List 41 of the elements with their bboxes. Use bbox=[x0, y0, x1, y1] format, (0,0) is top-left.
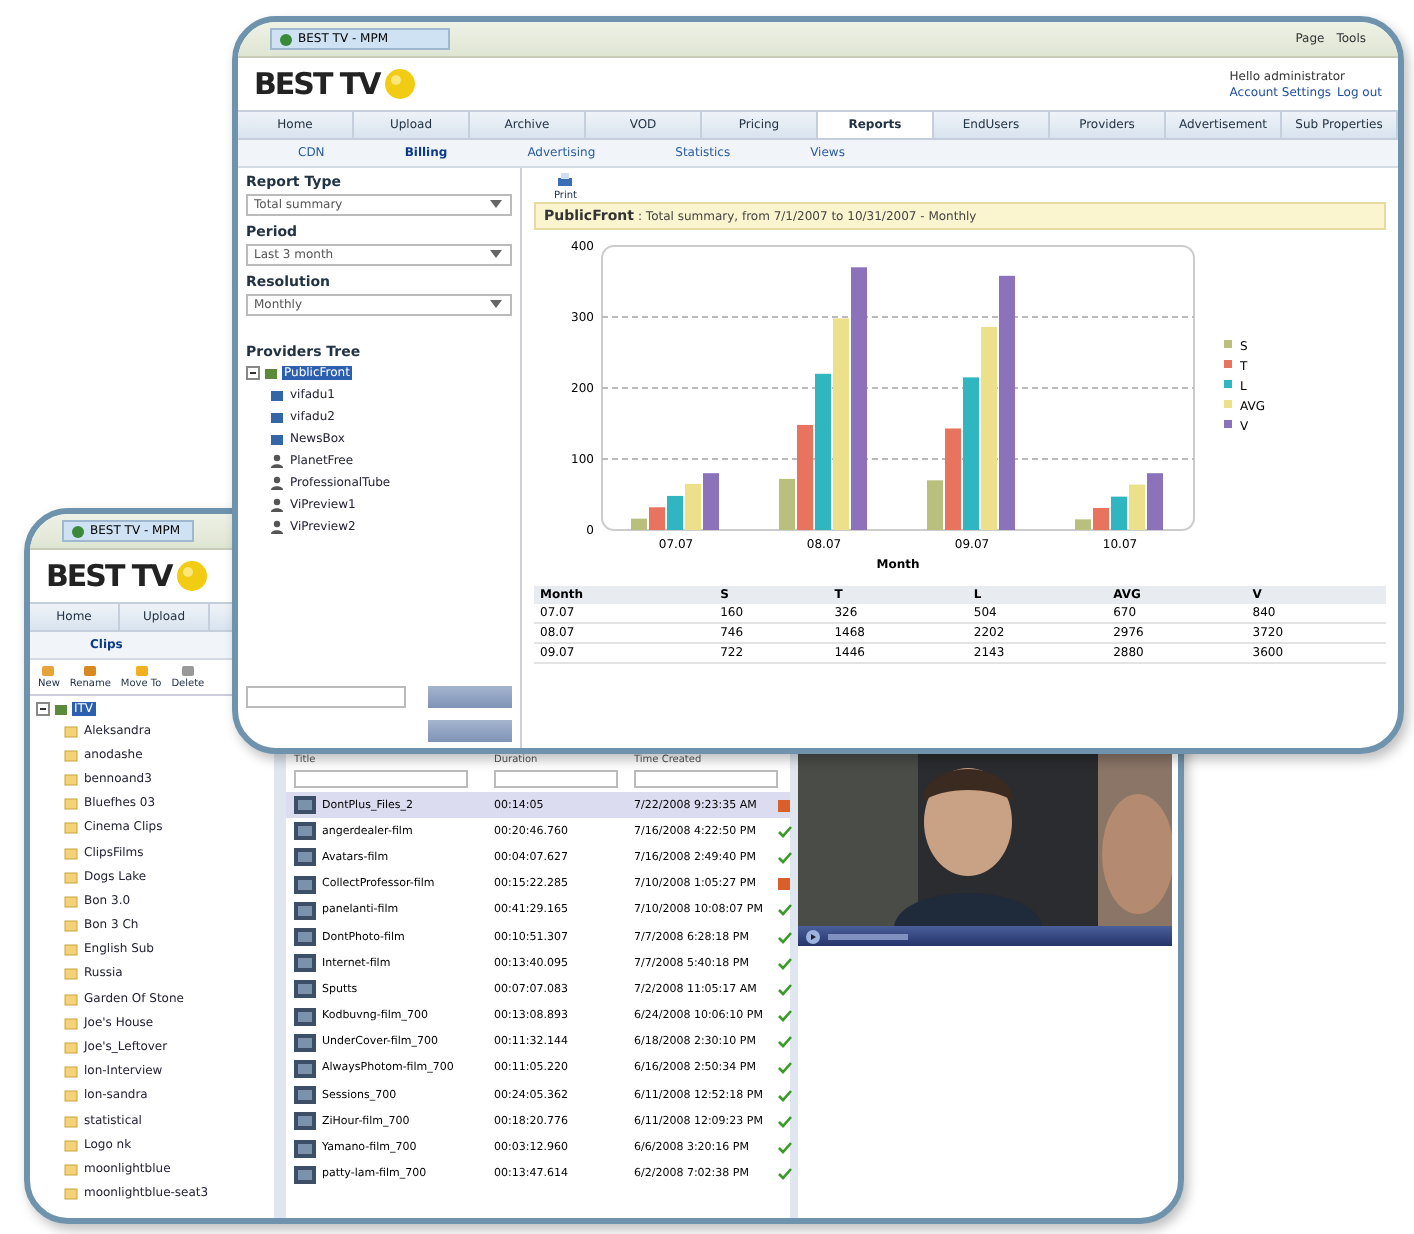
video-thumbnail-icon bbox=[294, 1033, 316, 1052]
filter-field[interactable] bbox=[634, 770, 778, 788]
caret-icon bbox=[488, 298, 504, 310]
play-icon[interactable] bbox=[806, 929, 820, 943]
video-thumbnail-icon bbox=[294, 796, 316, 815]
collapse-icon[interactable] bbox=[246, 366, 260, 380]
video-thumbnail-icon bbox=[294, 901, 316, 920]
action-button[interactable] bbox=[428, 686, 512, 708]
person-icon bbox=[270, 476, 284, 490]
video-thumbnail-icon bbox=[294, 822, 316, 841]
printer-icon bbox=[556, 172, 575, 190]
person-icon bbox=[270, 498, 284, 512]
video-thumbnail-icon bbox=[294, 1007, 316, 1026]
caret-icon bbox=[488, 248, 504, 260]
person-icon bbox=[270, 520, 284, 534]
filter-field[interactable] bbox=[294, 770, 468, 788]
video-thumbnail-icon bbox=[294, 928, 316, 947]
legend-swatch bbox=[1224, 400, 1232, 408]
action-button[interactable] bbox=[428, 720, 512, 742]
video-thumbnail-icon bbox=[294, 875, 316, 894]
caret-icon bbox=[488, 198, 504, 210]
legend-swatch bbox=[1224, 340, 1232, 348]
logo: BEST TV bbox=[46, 558, 208, 594]
filter-field[interactable] bbox=[494, 770, 617, 788]
video-thumbnail-icon bbox=[294, 1139, 316, 1158]
video-thumbnail-icon bbox=[294, 980, 316, 999]
video-thumbnail-icon bbox=[294, 1059, 316, 1078]
video-thumbnail-icon bbox=[294, 1086, 316, 1105]
search-field[interactable] bbox=[246, 686, 406, 708]
video-thumbnail-icon bbox=[294, 1112, 316, 1131]
legend-swatch bbox=[1224, 420, 1232, 428]
logo-ball-icon bbox=[383, 68, 416, 100]
video-thumbnail-icon bbox=[294, 848, 316, 867]
person-icon bbox=[270, 454, 284, 468]
legend-swatch bbox=[1224, 380, 1232, 388]
logo-ball-icon bbox=[175, 560, 208, 592]
video-thumbnail-icon bbox=[294, 1165, 316, 1184]
logo: BEST TV bbox=[254, 66, 416, 102]
collapse-icon[interactable] bbox=[36, 702, 50, 716]
legend-swatch bbox=[1224, 360, 1232, 368]
video-thumbnail-icon bbox=[294, 954, 316, 973]
